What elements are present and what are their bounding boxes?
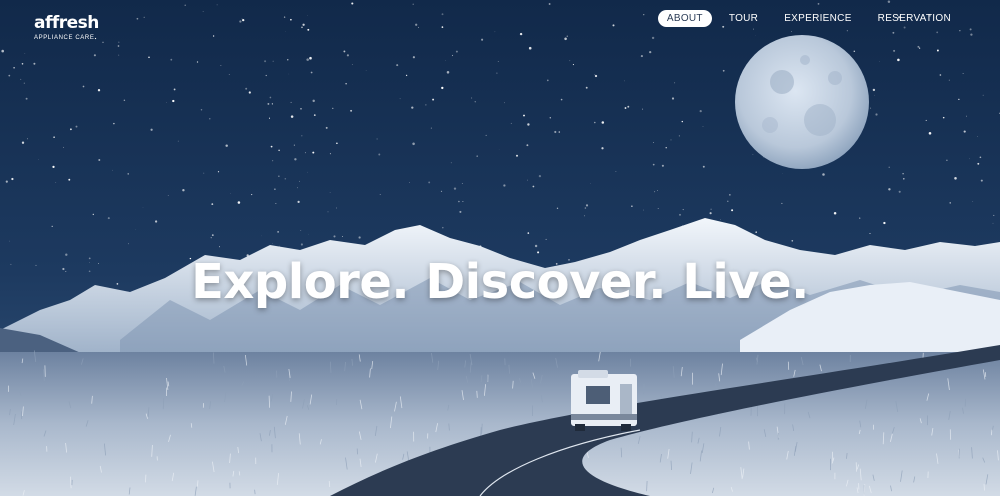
hero-background-image bbox=[0, 0, 1000, 496]
nav-item-experience[interactable]: EXPERIENCE bbox=[775, 10, 860, 27]
hero-section: affresh APPLIANCE CARE ABOUT TOUR EXPERI… bbox=[0, 0, 1000, 496]
main-nav: ABOUT TOUR EXPERIENCE RESERVATION bbox=[650, 10, 960, 27]
brand-logo[interactable]: affresh APPLIANCE CARE bbox=[34, 13, 99, 42]
brand-name: affresh bbox=[34, 13, 99, 33]
nav-item-reservation[interactable]: RESERVATION bbox=[869, 10, 960, 27]
brand-tagline: APPLIANCE CARE bbox=[34, 35, 95, 41]
nav-item-about[interactable]: ABOUT bbox=[657, 10, 712, 27]
nav-item-tour[interactable]: TOUR bbox=[720, 10, 767, 27]
moon-icon bbox=[735, 35, 869, 169]
camper-van bbox=[571, 370, 637, 431]
hero-headline: Explore. Discover. Live. bbox=[191, 254, 809, 311]
